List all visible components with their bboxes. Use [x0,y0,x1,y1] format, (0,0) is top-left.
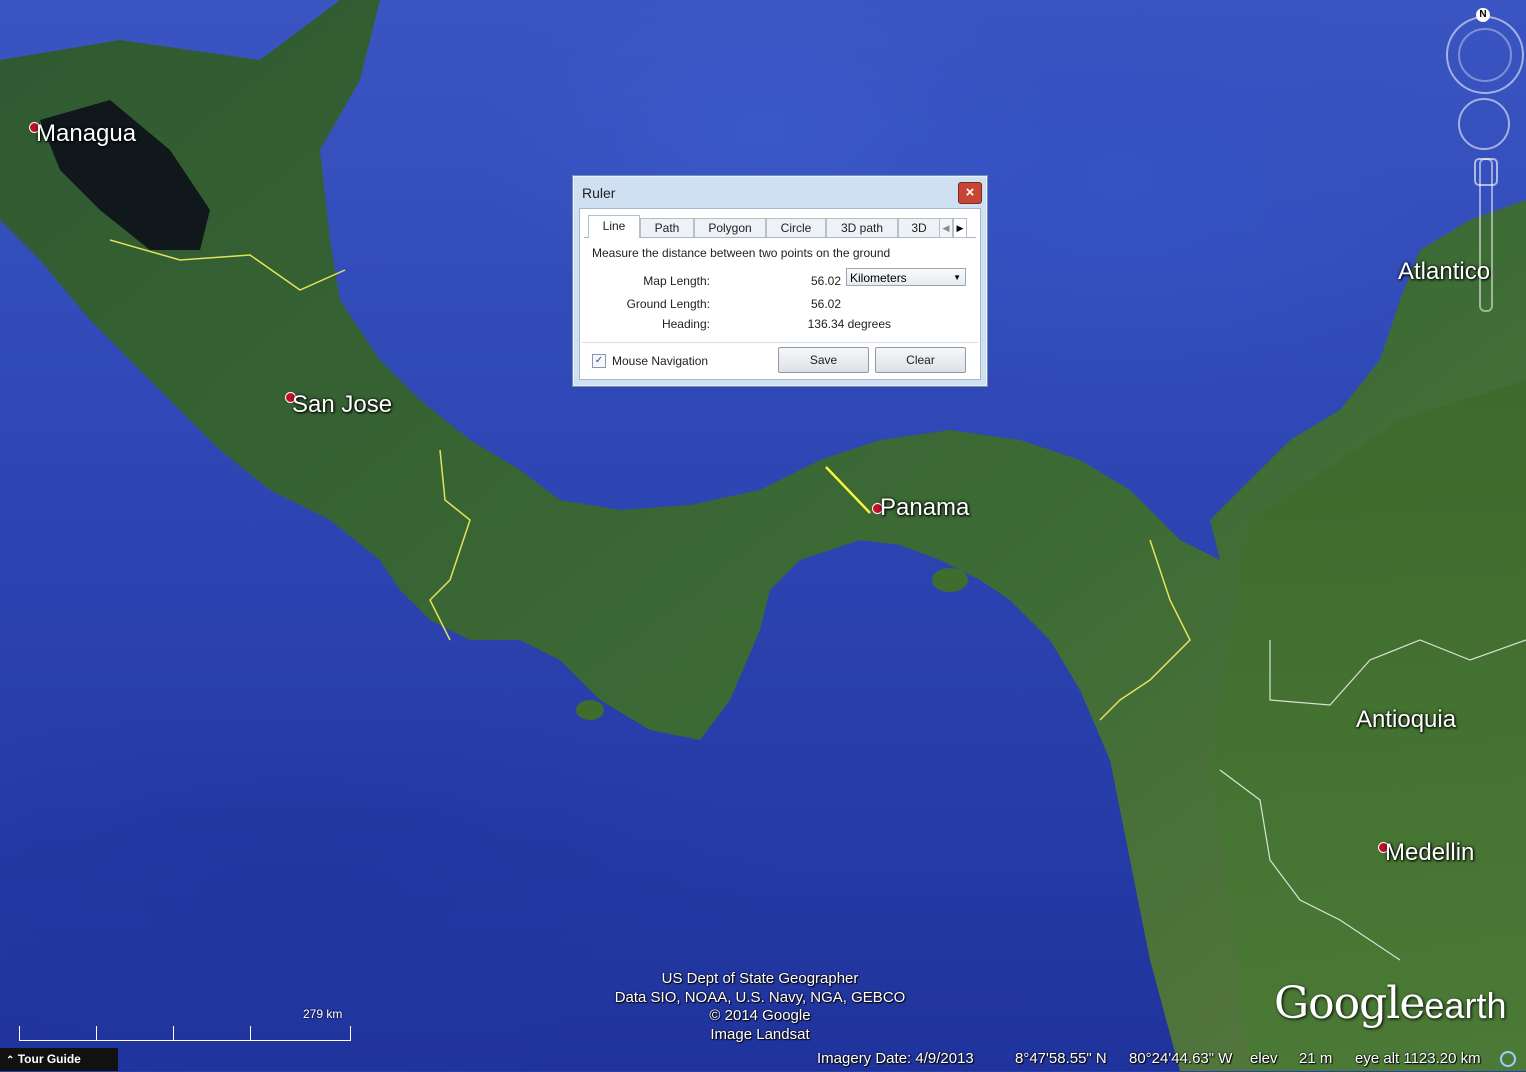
map-length-label: Map Length: [643,274,710,288]
tab-circle[interactable]: Circle [766,218,826,237]
credit-line-1: US Dept of State Geographer [661,970,859,987]
tab-scroll-right-icon[interactable]: ▶ [953,218,967,238]
elevation-value: 21 m [1299,1050,1333,1067]
scale-bar [19,1026,351,1041]
unit-select-value: Kilometers [850,271,907,285]
longitude: 80°24'44.63" W [1129,1050,1233,1067]
ruler-description: Measure the distance between two points … [592,246,891,260]
ground-length-label: Ground Length: [626,297,710,311]
credit-line-2: Data SIO, NOAA, U.S. Navy, NGA, GEBCO [614,989,906,1006]
place-label-san-jose[interactable]: San Jose [292,391,392,419]
tab-line[interactable]: Line [588,215,640,238]
credit-line-3: © 2014 Google [709,1007,811,1024]
look-joystick[interactable] [1458,98,1510,150]
map-length-value: 56.02 [810,274,841,288]
tab-path[interactable]: Path [640,218,694,237]
ruler-dialog: Ruler × Line Path Polygon Circle 3D path… [572,175,988,387]
place-label-managua[interactable]: Managua [36,120,136,148]
tab-polygon[interactable]: Polygon [694,218,766,237]
elevation-label: elev [1250,1050,1278,1067]
ruler-panel: Line Path Polygon Circle 3D path 3D ◀ ▶ … [579,208,981,380]
heading-value: 136.34 degrees [807,317,891,331]
place-label-atlantico[interactable]: Atlantico [1398,258,1490,286]
mouse-navigation-checkbox[interactable]: ✓ [592,354,606,368]
tab-3d[interactable]: 3D [898,218,940,237]
north-label[interactable]: N [1476,8,1490,22]
eye-altitude: eye alt 1123.20 km [1355,1050,1481,1067]
scale-label: 279 km [303,1007,343,1021]
clear-button[interactable]: Clear [875,347,966,373]
imagery-date: Imagery Date: 4/9/2013 [817,1050,974,1067]
compass-inner [1458,28,1512,82]
save-button[interactable]: Save [778,347,869,373]
chevron-up-icon: ⌃ [6,1055,15,1066]
tour-guide-label: Tour Guide [17,1052,81,1066]
divider [582,342,978,343]
close-button[interactable]: × [958,182,982,204]
logo-google: Google [1274,978,1425,1029]
mouse-navigation-label[interactable]: Mouse Navigation [612,354,708,368]
latitude: 8°47'58.55" N [1015,1050,1107,1067]
google-earth-logo: Googleearth [1274,978,1506,1029]
credit-line-4: Image Landsat [710,1026,810,1043]
zoom-handle[interactable] [1474,158,1498,186]
place-label-panama[interactable]: Panama [880,494,969,522]
heading-label: Heading: [661,317,710,331]
terrain [0,0,1526,1071]
tab-scroll-left-icon[interactable]: ◀ [939,218,953,238]
map-view[interactable]: Managua San Jose Panama Atlantico Antioq… [0,0,1526,1071]
chevron-down-icon: ▼ [953,273,961,282]
ground-length-value: 56.02 [810,297,841,311]
unit-select[interactable]: Kilometers ▼ [846,268,966,286]
place-label-antioquia[interactable]: Antioquia [1356,706,1456,734]
place-label-medellin[interactable]: Medellin [1385,839,1474,867]
streaming-indicator-icon [1500,1051,1516,1067]
tab-3d-path[interactable]: 3D path [826,218,898,237]
logo-earth: earth [1424,985,1507,1026]
dialog-title: Ruler [582,185,616,201]
ruler-tabs: Line Path Polygon Circle 3D path 3D ◀ ▶ [584,215,976,238]
tour-guide-button[interactable]: ⌃ Tour Guide [0,1048,118,1071]
